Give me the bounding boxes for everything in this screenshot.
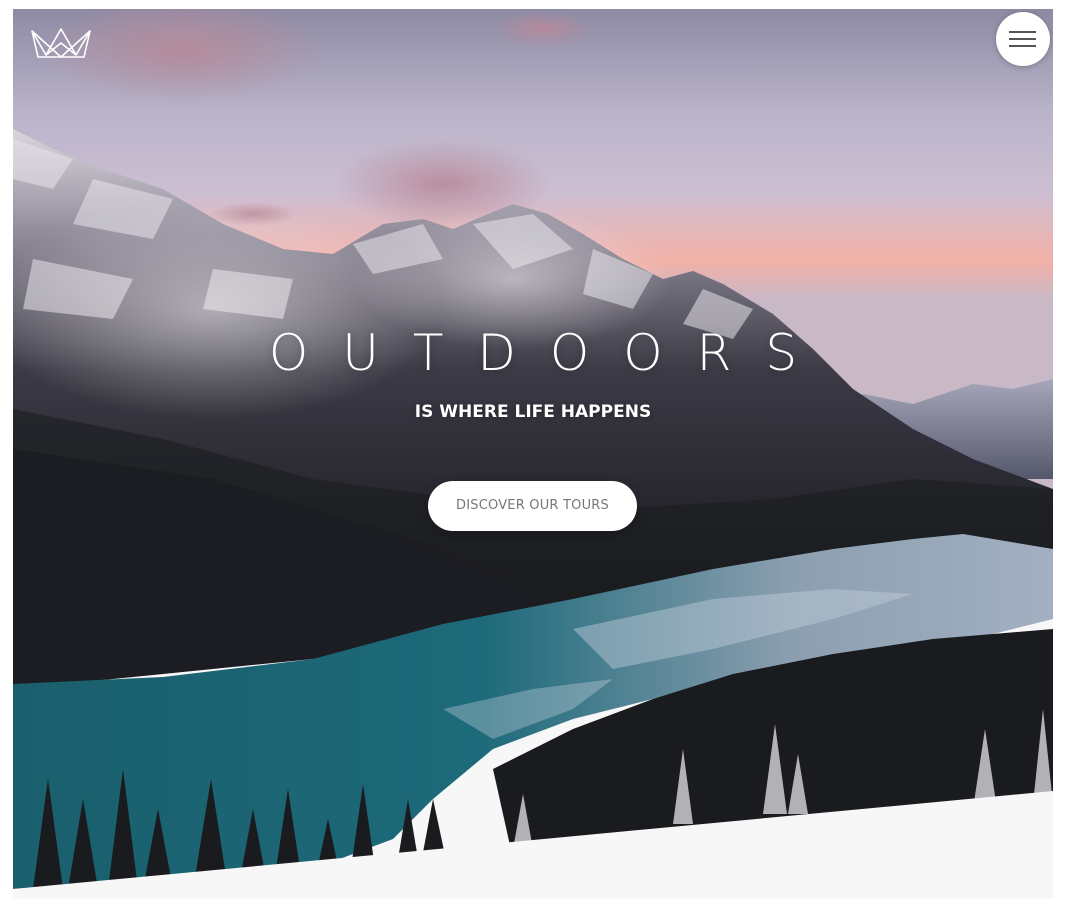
discover-tours-button[interactable]: DISCOVER OUR TOURS — [428, 481, 637, 531]
hero-heading-group: OUTDOORS IS WHERE LIFE HAPPENS — [13, 325, 1053, 423]
hero-background-image — [13, 9, 1053, 899]
crown-logo-icon[interactable] — [30, 25, 92, 61]
hero-title: OUTDOORS — [268, 324, 832, 382]
hero-subtitle: IS WHERE LIFE HAPPENS — [414, 402, 652, 422]
page-frame: OUTDOORS IS WHERE LIFE HAPPENS DISCOVER … — [13, 9, 1053, 899]
hero-section: OUTDOORS IS WHERE LIFE HAPPENS DISCOVER … — [13, 9, 1053, 899]
menu-button[interactable] — [996, 12, 1050, 66]
